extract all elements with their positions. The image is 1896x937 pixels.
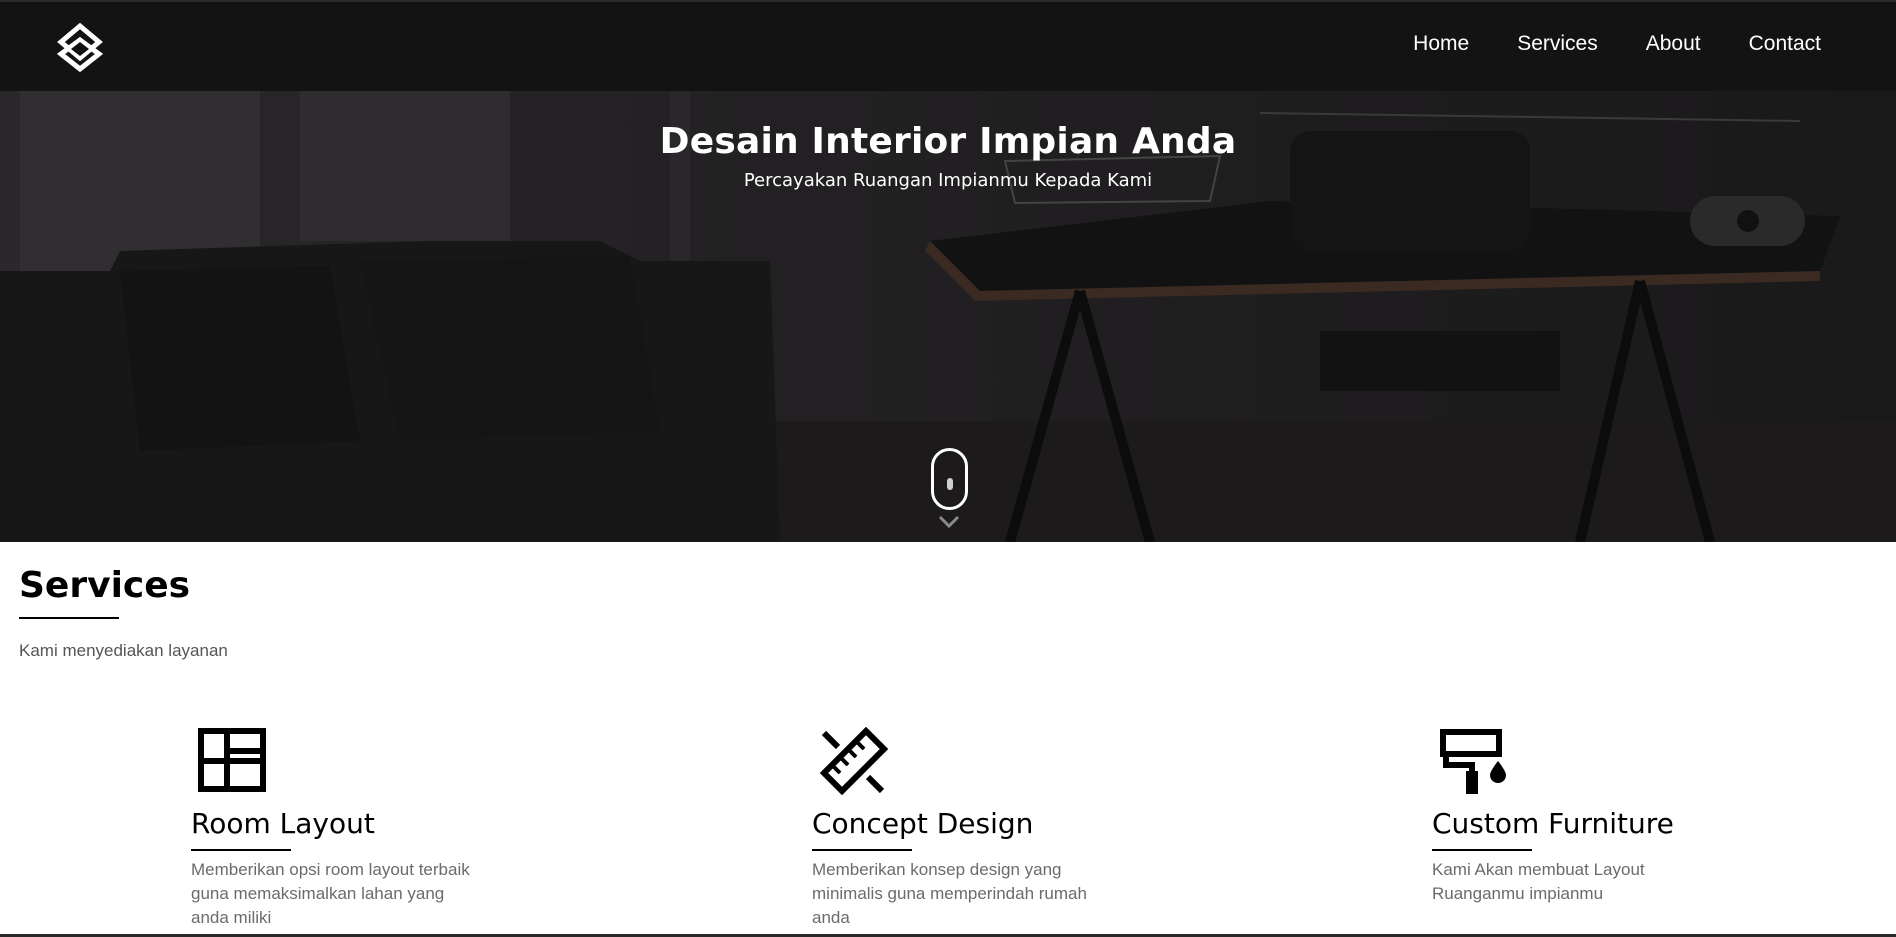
ruler-pencil-icon (819, 727, 888, 795)
hero-subtitle: Percayakan Ruangan Impianmu Kepada Kami (743, 170, 1153, 191)
chevron-down-icon[interactable] (938, 515, 960, 529)
services-heading: Services (19, 565, 191, 606)
nav-about-link[interactable]: About (1646, 32, 1701, 56)
service-card-underline (1432, 849, 1532, 851)
service-card-underline (812, 849, 912, 851)
service-card-description: Memberikan opsi room layout terbaik guna… (191, 860, 470, 927)
nav-home-link[interactable]: Home (1413, 32, 1469, 56)
hero-title: Desain Interior Impian Anda (659, 121, 1237, 162)
room-layout-icon (198, 728, 266, 792)
service-card-title: Concept Design (812, 807, 1034, 840)
navbar: Home Services About Contact (0, 0, 1896, 91)
service-card-title: Room Layout (191, 807, 375, 840)
services-heading-underline (19, 617, 119, 619)
services-description: Kami menyediakan layanan (19, 641, 228, 660)
service-card-underline (191, 849, 291, 851)
nav-services-link[interactable]: Services (1517, 32, 1598, 56)
nav-menu: Home Services About Contact (1413, 32, 1821, 56)
service-card-description: Memberikan konsep design yang minimalis … (812, 860, 1087, 927)
service-card-title: Custom Furniture (1432, 807, 1674, 840)
nav-contact-link[interactable]: Contact (1749, 32, 1821, 56)
service-card-description: Kami Akan membuat Layout Ruanganmu impia… (1432, 860, 1645, 903)
hero-banner: Desain Interior Impian Anda Percayakan R… (0, 91, 1896, 542)
scroll-wheel-dot (947, 478, 953, 490)
interlocked-cube-logo-icon[interactable] (55, 22, 105, 73)
mouse-scroll-icon[interactable] (931, 448, 968, 510)
paint-roller-icon (1440, 729, 1506, 794)
